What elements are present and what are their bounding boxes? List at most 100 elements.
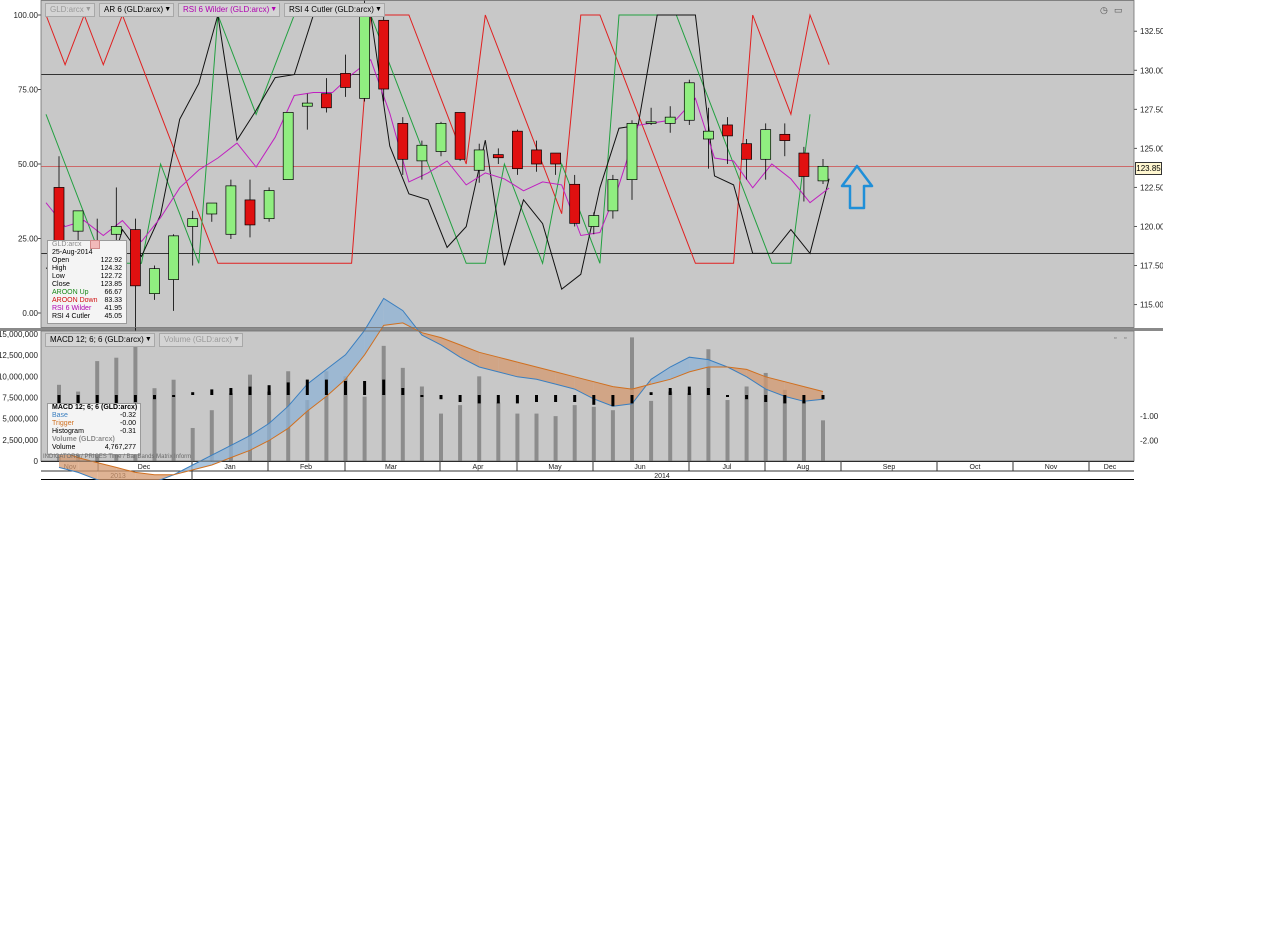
volume-tick-label: 10,000,000 — [0, 372, 39, 381]
minimize-icon[interactable]: ▫ — [1114, 335, 1116, 342]
macd-histogram-bar — [420, 395, 424, 397]
dropdown-arrow-icon[interactable]: ▼ — [164, 4, 171, 16]
macd-histogram-bar — [229, 388, 233, 395]
candle-body — [225, 185, 237, 235]
candle-body — [321, 93, 332, 109]
macd-histogram-bar — [630, 395, 634, 404]
dropdown-arrow-icon[interactable]: ▼ — [145, 334, 152, 346]
candle-body — [569, 183, 581, 224]
volume-bar — [362, 396, 367, 461]
volume-bar — [458, 405, 463, 461]
legend-row: High 124.32 — [48, 265, 126, 273]
indicator-chip[interactable]: GLD:arcx ▼ — [45, 3, 95, 17]
legend-value: 122.92 — [100, 257, 122, 264]
indicator-chip[interactable]: RSI 4 Cutler (GLD:arcx) ▼ — [284, 3, 385, 17]
maximize-icon[interactable]: ▫ — [1124, 335, 1126, 342]
macd-histogram-bar — [745, 395, 749, 400]
y-tick-label-left: 25.00 — [18, 235, 39, 244]
dropdown-arrow-icon[interactable]: ▼ — [375, 4, 382, 16]
legend-row: AROON Down 83.33 — [48, 297, 126, 305]
macd-fill-negative — [746, 369, 766, 390]
macd-fill-positive — [345, 330, 365, 380]
candle-body — [683, 82, 695, 121]
legend-row: Open 122.92 — [48, 257, 126, 265]
macd-histogram-bar — [401, 388, 405, 395]
legend-label: Volume — [52, 444, 76, 451]
macd-histogram-bar — [554, 395, 558, 402]
y-tick-label-right: 125.00 — [1140, 144, 1163, 153]
legend-label: RSI 4 Cutler — [52, 313, 91, 320]
y-tick-label-left: 75.00 — [18, 86, 39, 95]
macd-histogram-bar — [496, 395, 500, 404]
volume-legend-title: Volume (GLD:arcx) — [52, 436, 115, 443]
macd-histogram-bar — [153, 395, 156, 400]
legend-value: 41.95 — [104, 305, 122, 312]
legend-value: 66.67 — [104, 289, 122, 296]
y-tick-label-left: 50.00 — [18, 160, 39, 169]
legend-row: Low 122.72 — [48, 273, 126, 281]
y-tick-label-right: 132.50 — [1140, 27, 1163, 36]
candle-body — [187, 218, 199, 227]
footer-tabs[interactable]: INDICATORS / PRICES Time / Bar Bands Mat… — [43, 454, 191, 460]
legend-row: Histogram -0.31 — [48, 428, 140, 436]
legend-label: Close — [52, 281, 70, 288]
rsi4-cutler-line — [45, 14, 830, 302]
dropdown-arrow-icon[interactable]: ▼ — [270, 4, 277, 16]
macd-histogram-bar — [324, 379, 328, 395]
volume-bar — [649, 400, 654, 461]
candle-body — [473, 149, 485, 171]
chip-label: RSI 6 Wilder (GLD:arcx) — [183, 5, 270, 14]
month-label: Aug — [797, 464, 810, 471]
candle-body — [626, 123, 638, 180]
macd-histogram-bar — [344, 381, 347, 395]
volume-bar — [171, 379, 176, 461]
macd-fill-positive — [326, 354, 346, 397]
clock-icon[interactable]: ◷ — [1100, 5, 1108, 16]
candle-body — [703, 130, 714, 140]
indicator-chip[interactable]: RSI 6 Wilder (GLD:arcx) ▼ — [178, 3, 281, 17]
legend-title: GLD:arcx — [52, 241, 82, 248]
legend-value: 123.85 — [100, 281, 122, 288]
month-label: Sep — [883, 464, 896, 471]
y-tick-label-right: 130.00 — [1140, 66, 1163, 75]
macd-histogram-bar — [764, 395, 768, 402]
candle-body — [168, 235, 179, 280]
chart-window: 100.00 75.00 50.00 25.00 0.00 132.50 130.00 127… — [0, 0, 1163, 480]
macd-histogram-bar — [783, 395, 787, 404]
macd-histogram-bar — [611, 395, 615, 407]
legend-row: Trigger -0.00 — [48, 420, 140, 428]
candle-body — [359, 4, 370, 99]
price-panel-border — [40, 0, 1135, 328]
legend-label: Histogram — [52, 428, 84, 435]
macd-histogram-bar — [267, 385, 271, 395]
month-label: Dec — [138, 464, 151, 471]
candle-body — [301, 102, 313, 107]
macd-fill-negative — [574, 376, 594, 399]
price-data-legend: GLD:arcx 25-Aug-2014 Open 122.92 High 124.3… — [47, 240, 127, 324]
volume-bar — [419, 386, 424, 461]
legend-value: -0.31 — [120, 428, 136, 435]
macd-histogram-bar — [382, 379, 386, 395]
candle-body — [130, 229, 141, 287]
macd-histogram-bar — [458, 395, 462, 402]
indicator-chip[interactable]: AR 6 (GLD:arcx) ▼ — [99, 3, 175, 17]
year-label: 2014 — [654, 473, 670, 480]
dropdown-arrow-icon[interactable]: ▼ — [85, 4, 92, 16]
aroon-up-line — [45, 14, 811, 266]
month-label: Mar — [385, 464, 398, 471]
candle-body — [779, 133, 791, 141]
candle-body — [531, 149, 542, 165]
macd-histogram-bar — [363, 381, 367, 395]
candle-body — [664, 116, 676, 124]
legend-value: -0.00 — [120, 420, 136, 427]
window-icon[interactable]: ▭ — [1114, 5, 1123, 16]
volume-bar — [496, 402, 501, 461]
volume-bar — [687, 393, 692, 461]
dropdown-arrow-icon[interactable]: ▼ — [233, 334, 240, 346]
candle-body — [588, 215, 600, 227]
indicator-chip[interactable]: Volume (GLD:arcx) ▼ — [159, 333, 244, 347]
indicator-chip[interactable]: MACD 12; 6; 6 (GLD:arcx) ▼ — [45, 333, 155, 347]
volume-bar — [801, 400, 806, 461]
month-label: Feb — [300, 464, 312, 471]
legend-close-icon[interactable] — [90, 240, 100, 249]
